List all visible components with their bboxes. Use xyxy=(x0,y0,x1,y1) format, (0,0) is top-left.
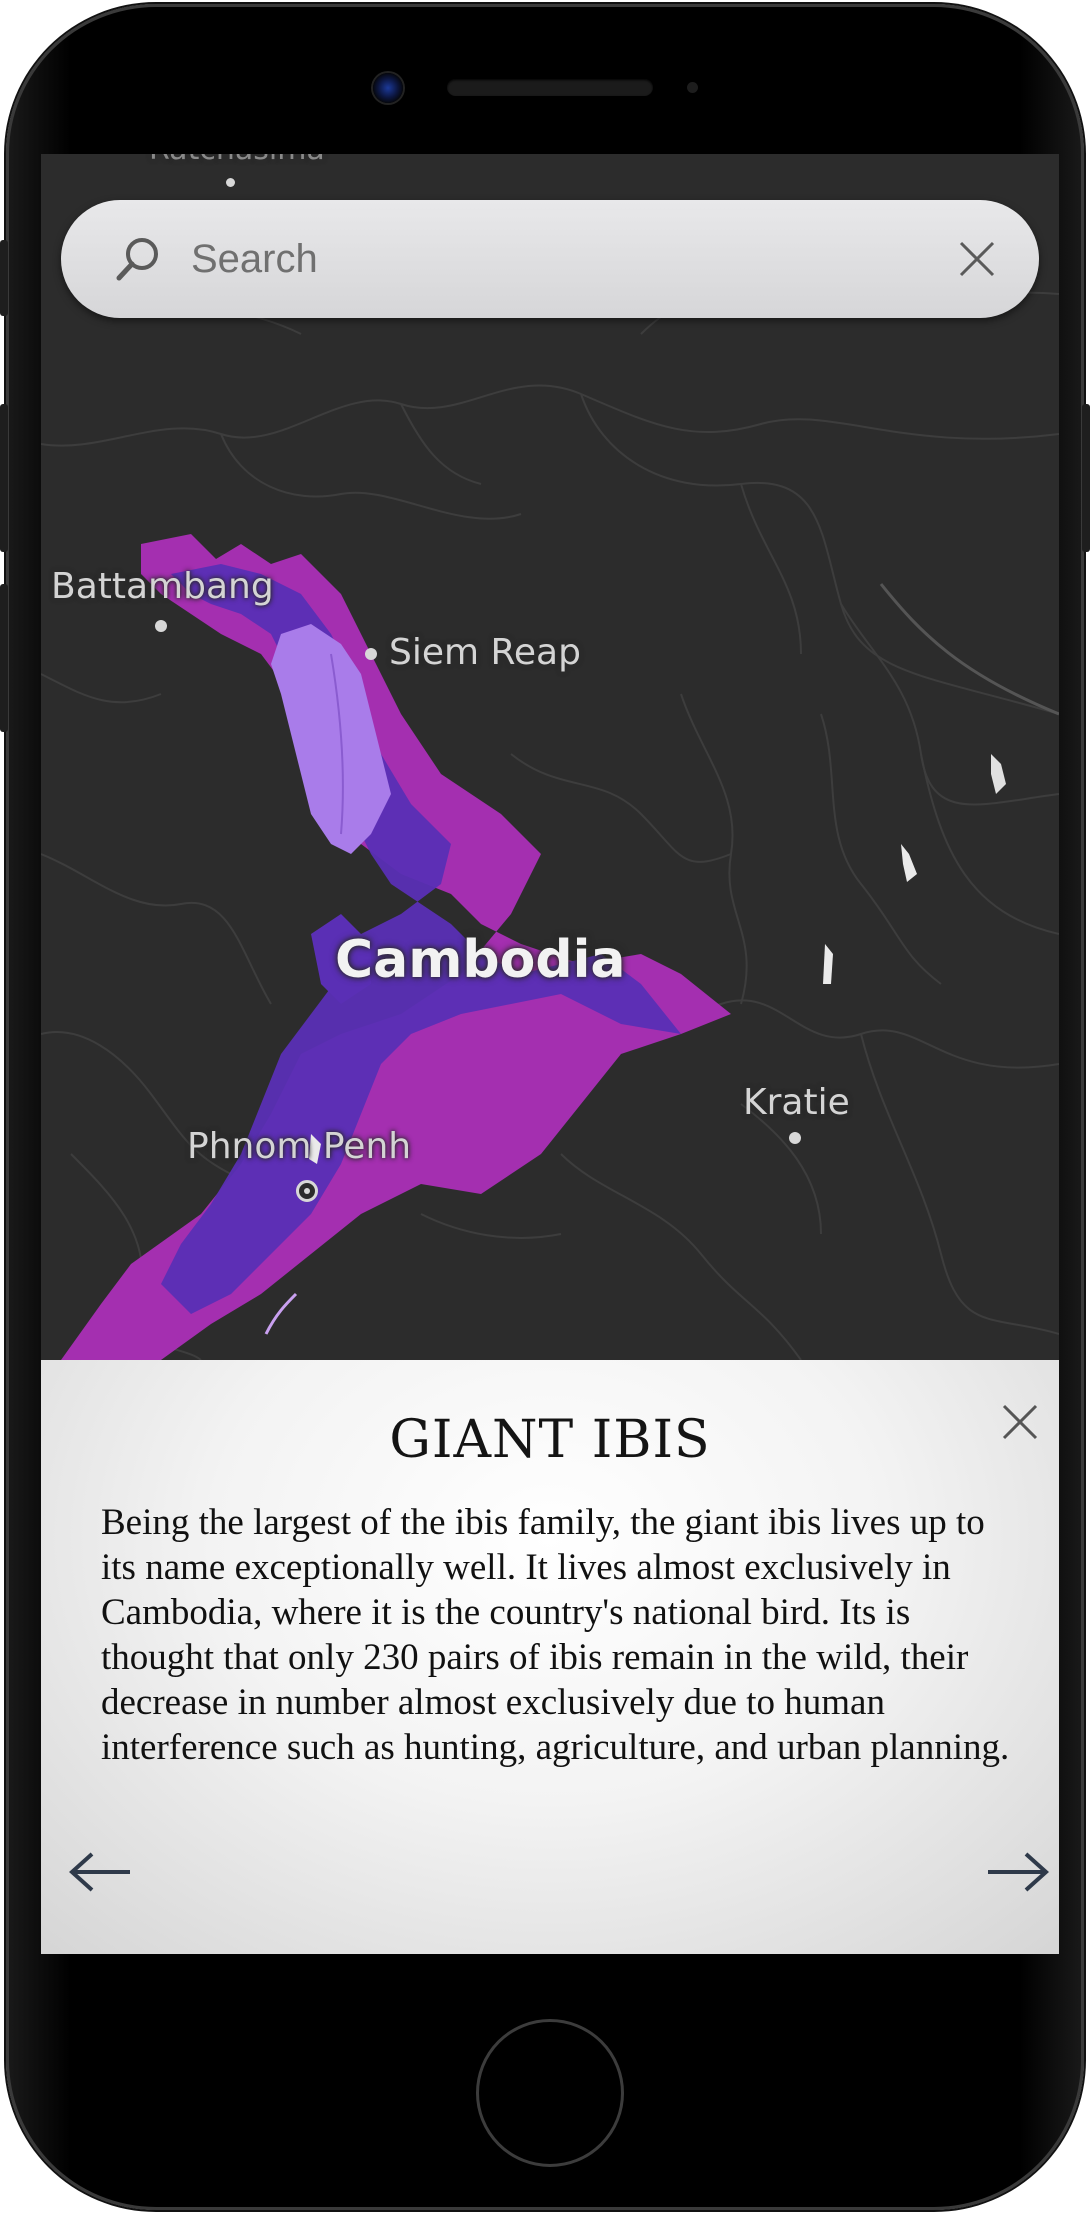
side-button-left-1 xyxy=(0,240,8,316)
map-label-ratchasima: Ratchasima xyxy=(149,154,325,167)
earpiece-speaker xyxy=(447,79,653,96)
search-input[interactable] xyxy=(189,228,955,290)
phone-frame: Ratchasima Battambang Siem Reap Cambodia… xyxy=(0,4,1090,2210)
app-screen: Ratchasima Battambang Siem Reap Cambodia… xyxy=(41,154,1059,1954)
map-label-battambang: Battambang xyxy=(51,566,274,607)
side-button-left-3 xyxy=(0,584,8,732)
search-bar[interactable] xyxy=(61,200,1039,318)
capital-marker-phnom-penh[interactable] xyxy=(296,1180,318,1202)
side-button-left-2 xyxy=(0,404,8,552)
city-marker-ratchasima xyxy=(226,178,235,187)
side-button-right xyxy=(1082,404,1090,552)
search-icon xyxy=(116,238,158,281)
map-label-country: Cambodia xyxy=(335,930,626,990)
arrow-left-icon[interactable] xyxy=(68,1850,134,1894)
species-title: GIANT IBIS xyxy=(389,1410,711,1470)
close-icon[interactable] xyxy=(998,1400,1042,1444)
city-marker-kratie[interactable] xyxy=(789,1132,801,1144)
species-info-panel: GIANT IBIS Being the largest of the ibis… xyxy=(41,1360,1059,1954)
map-canvas xyxy=(41,273,1059,1360)
home-button[interactable] xyxy=(476,2019,624,2167)
map-view[interactable]: Ratchasima Battambang Siem Reap Cambodia… xyxy=(41,154,1059,1360)
proximity-sensor xyxy=(687,82,698,93)
city-marker-siem-reap[interactable] xyxy=(365,648,377,660)
clear-search-icon[interactable] xyxy=(955,237,999,281)
city-marker-battambang[interactable] xyxy=(155,620,167,632)
map-label-phnom-penh: Phnom Penh xyxy=(187,1126,412,1167)
map-label-kratie: Kratie xyxy=(743,1082,850,1123)
map-label-siem-reap: Siem Reap xyxy=(389,632,581,673)
arrow-right-icon[interactable] xyxy=(984,1850,1050,1894)
species-description: Being the largest of the ibis family, th… xyxy=(101,1502,1010,1768)
front-camera xyxy=(373,73,403,103)
